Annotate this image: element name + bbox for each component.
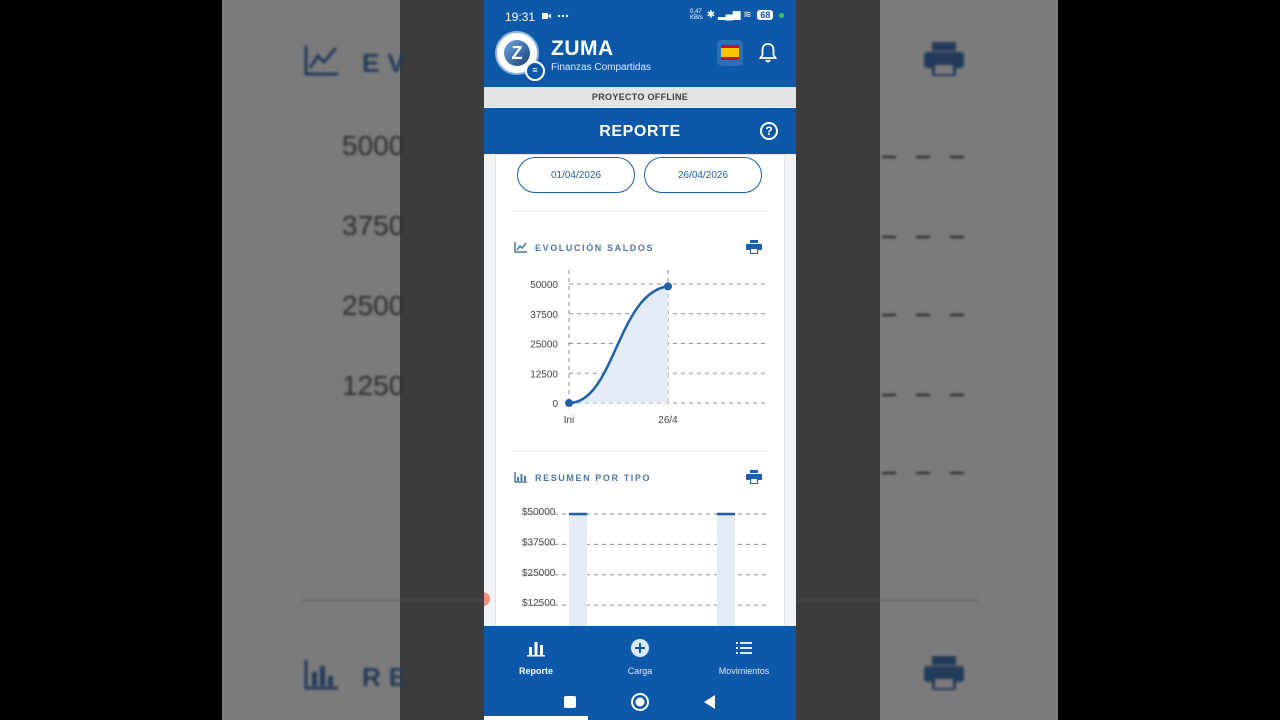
background-gridline	[882, 472, 982, 474]
summary-bar-chart: $50000 $37500 $25000 $12500	[522, 507, 768, 626]
home-icon[interactable]	[630, 692, 650, 712]
x-tick-label: 26/4	[658, 415, 678, 426]
list-icon	[736, 642, 752, 654]
report-header: REPORTE ?	[484, 108, 796, 154]
summary-section-title: RESUMEN POR TIPO	[535, 473, 652, 483]
background-title-fragment-2: RE	[362, 662, 415, 692]
active-tab-underline	[484, 716, 588, 720]
date-to-button[interactable]: 26/04/2026	[644, 157, 762, 193]
video-icon	[542, 13, 569, 19]
background-gridline	[882, 236, 982, 238]
nav-label: Movimientos	[718, 666, 770, 676]
nav-label: Reporte	[518, 666, 553, 676]
bar-chart-icon	[527, 642, 545, 657]
bluetooth-icon: ✱	[706, 9, 716, 21]
spain-flag-icon[interactable]	[717, 40, 743, 66]
floating-edge-dot	[484, 592, 490, 606]
nav-item-reporte[interactable]: Reporte	[484, 626, 588, 686]
bell-icon[interactable]	[758, 42, 778, 64]
system-navigation-bar	[484, 686, 796, 720]
line-chart-icon	[514, 242, 527, 253]
net-speed: 0,47 KB/s	[690, 9, 703, 21]
background-title-fragment: EV	[362, 48, 413, 78]
x-tick-label: Ini	[564, 415, 575, 426]
y-tick-label: $50000	[522, 507, 556, 518]
background-gridline	[882, 156, 982, 158]
y-tick-label: 0	[552, 399, 558, 410]
bar	[717, 514, 735, 626]
print-icon[interactable]	[746, 470, 762, 484]
data-point	[664, 282, 672, 291]
y-tick-label: 37500	[530, 310, 558, 321]
y-tick-label: 50000	[530, 280, 558, 291]
status-icons: 0,47 KB/s ✱ ▂▄▆ ≋ 68	[690, 9, 785, 21]
background-line-chart-icon	[304, 46, 338, 76]
background-tick: 3750	[342, 210, 405, 241]
nav-item-movimientos[interactable]: Movimientos	[692, 626, 796, 686]
print-icon[interactable]	[746, 240, 762, 254]
background-print-icon	[924, 42, 964, 76]
app-subtitle: Finanzas Compartidas	[551, 62, 652, 73]
background-print-icon-2	[924, 656, 964, 690]
y-tick-label: $12500	[522, 598, 556, 609]
background-gridline	[882, 314, 982, 316]
offline-banner: PROYECTO OFFLINE	[484, 87, 796, 107]
logo-letter: Z	[504, 40, 530, 66]
y-tick-label: $37500	[522, 537, 556, 548]
y-tick-label: 12500	[530, 369, 558, 380]
background-tick: 5000	[342, 130, 405, 161]
back-icon[interactable]	[700, 692, 720, 712]
wifi-icon: ≋	[743, 9, 752, 21]
background-bar-chart-icon	[304, 660, 338, 690]
divider	[512, 211, 768, 212]
y-tick-label: $25000	[522, 568, 556, 579]
app-logo[interactable]: Z ≡	[495, 31, 545, 81]
y-tick-label: 25000	[530, 340, 558, 351]
add-circle-icon	[631, 639, 649, 657]
bottom-navigation: Reporte Carga Movimientos	[484, 626, 796, 686]
nav-item-carga[interactable]: Carga	[588, 626, 692, 686]
background-tick: 2500	[342, 290, 405, 321]
background-tick: 1250	[342, 370, 405, 401]
status-bar: 19:31 0,47 KB/s ✱ ▂▄▆ ≋ 68	[484, 0, 796, 28]
page-title: REPORTE	[599, 123, 681, 140]
date-from-button[interactable]: 01/04/2026	[517, 157, 635, 193]
nav-label: Carga	[627, 666, 653, 676]
privacy-dot	[779, 12, 785, 18]
app-header: Z ≡ ZUMA Finanzas Compartidas	[484, 28, 796, 87]
help-icon[interactable]: ?	[760, 122, 778, 140]
phone-screen: 19:31 0,47 KB/s ✱ ▂▄▆ ≋ 68 Z ≡ ZUMA Fina…	[484, 0, 796, 720]
divider	[512, 451, 768, 452]
recents-icon[interactable]	[560, 692, 580, 712]
balance-section-title: EVOLUCIÓN SALDOS	[535, 243, 655, 253]
status-time: 19:31	[505, 10, 536, 24]
app-name: ZUMA	[551, 37, 614, 60]
bar	[569, 514, 587, 626]
background-gridline	[882, 394, 982, 396]
bar-chart-icon	[514, 472, 527, 483]
battery-icon: 68	[757, 9, 774, 20]
data-point	[565, 399, 573, 407]
menu-icon[interactable]: ≡	[525, 61, 545, 81]
balance-line-chart: 0 12500 25000 37500 50000 Ini 26/4	[530, 270, 768, 426]
signal-icon: ▂▄▆	[717, 9, 741, 21]
